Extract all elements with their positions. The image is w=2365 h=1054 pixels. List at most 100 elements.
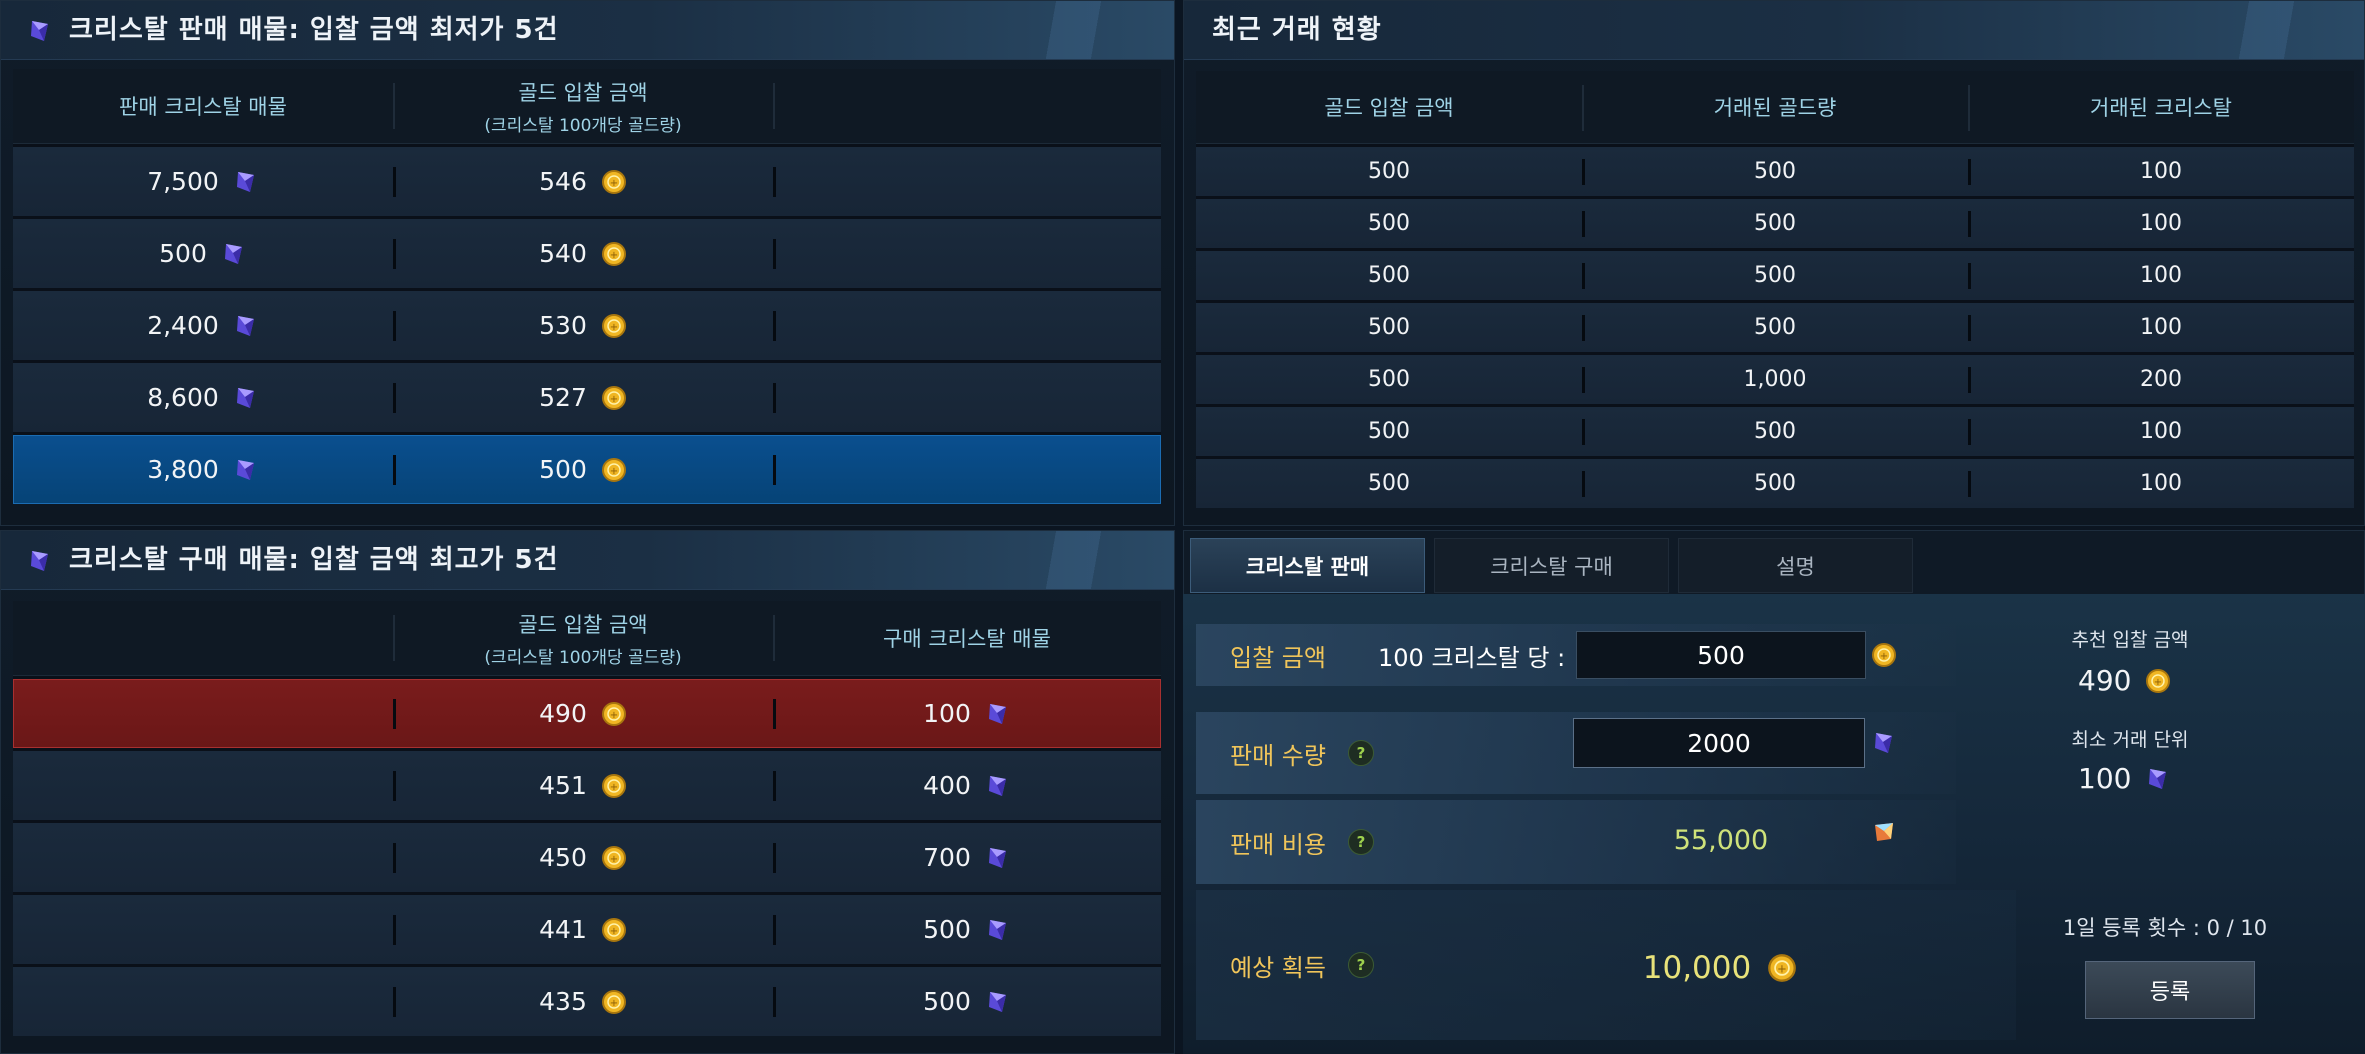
table-row[interactable]: 451 +400: [13, 751, 1161, 820]
header-label: 구매 크리스탈 매물: [883, 627, 1051, 651]
traded-crystal-cell: 100: [2140, 419, 2182, 444]
table-row[interactable]: 441 + 500: [13, 895, 1161, 964]
fee-label: 판매 비용: [1230, 830, 1326, 859]
table-row: 500 500 100: [1196, 251, 2354, 300]
recommended-bid-label: 추천 입찰 금액: [2071, 629, 2189, 651]
fee-help-icon[interactable]: ?: [1347, 829, 1374, 855]
crystal-icon: [236, 315, 254, 336]
crystal-amount: 700: [923, 843, 971, 872]
gold-amount: 450: [539, 843, 587, 872]
traded-gold-cell: 500: [1754, 419, 1796, 444]
table-row[interactable]: 450 +700: [13, 823, 1161, 892]
traded-gold-cell: 500: [1754, 211, 1796, 236]
col-gold-bid: 골드 입찰 금액 (크리스탈 100개당 골드량): [393, 601, 773, 675]
bid-cell: 500: [1368, 315, 1410, 340]
crystal-icon: [31, 551, 48, 571]
col-gold-bid: 골드 입찰 금액 (크리스탈 100개당 골드량): [393, 69, 773, 143]
svg-text:+: +: [1777, 962, 1787, 976]
table-row: 500 500 100: [1196, 407, 2354, 456]
gold-coin-icon: +: [601, 917, 626, 942]
panel-header: 크리스탈 구매 매물: 입찰 금액 최고가 5건: [1, 531, 1174, 590]
tab-crystal-buy[interactable]: 크리스탈 구매: [1434, 538, 1669, 593]
qty-input[interactable]: 2000: [1573, 718, 1865, 768]
crystal-icon: [236, 387, 254, 408]
bid-label: 입찰 금액: [1230, 643, 1326, 672]
tab-label: 크리스탈 판매: [1245, 554, 1370, 579]
svg-text:+: +: [610, 926, 618, 937]
svg-text:+: +: [610, 250, 618, 261]
table-row: 500 500 100: [1196, 147, 2354, 196]
svg-text:+: +: [1880, 651, 1888, 662]
per-100-label: 100 크리스탈 당 :: [1378, 643, 1566, 672]
crystal-icon: [2149, 768, 2167, 789]
gold-coin-icon: +: [1768, 954, 1797, 982]
gold-amount: 546: [539, 167, 587, 196]
traded-gold-cell: 500: [1754, 159, 1796, 184]
bid-input[interactable]: 500: [1576, 631, 1866, 679]
gold-coin-icon: +: [601, 701, 626, 726]
table-row: 500 500 100: [1196, 303, 2354, 352]
recent-trades-table: 골드 입찰 금액 거래된 골드량 거래된 크리스탈 500 500 100 500 50…: [1196, 71, 2354, 508]
svg-text:+: +: [610, 178, 618, 189]
gold-coin-icon: +: [601, 313, 626, 338]
qty-help-icon[interactable]: ?: [1347, 740, 1374, 766]
panel-header: 크리스탈 판매 매물: 입찰 금액 최저가 5건: [1, 1, 1174, 60]
expected-help-icon[interactable]: ?: [1347, 952, 1374, 978]
table-row[interactable]: 490 +100: [13, 679, 1161, 748]
table-row[interactable]: 8,600 527 +: [13, 363, 1161, 432]
traded-crystal-cell: 100: [2140, 159, 2182, 184]
table-header: 골드 입찰 금액 거래된 골드량 거래된 크리스탈: [1196, 71, 2354, 144]
gold-coin-icon: +: [1872, 643, 1896, 667]
svg-text:+: +: [610, 394, 618, 405]
recommended-bid-number: 490: [2078, 664, 2132, 697]
buy-table: 골드 입찰 금액 (크리스탈 100개당 골드량) 구매 크리스탈 매물 490…: [13, 601, 1161, 1036]
tab-description[interactable]: 설명: [1678, 538, 1913, 593]
table-row[interactable]: 7,500 546 +: [13, 147, 1161, 216]
expected-label: 예상 획득: [1230, 953, 1326, 982]
gold-bid-cell: 441 +: [393, 895, 773, 964]
col-traded-gold: 거래된 골드량: [1582, 71, 1968, 143]
svg-text:+: +: [610, 322, 618, 333]
tab-crystal-sell[interactable]: 크리스탈 판매: [1190, 538, 1425, 593]
sell-panel-title: 크리스탈 판매 매물: 입찰 금액 최저가 5건: [69, 15, 559, 45]
table-row[interactable]: 3,800 500 +: [13, 435, 1161, 504]
table-row[interactable]: 435 +500: [13, 967, 1161, 1036]
gold-amount: 527: [539, 383, 587, 412]
table-row: 500 500 100: [1196, 459, 2354, 508]
bid-cell: 500: [1368, 159, 1410, 184]
gold-bid-cell: 540 +: [393, 219, 773, 288]
panel-header: 최근 거래 현황: [1184, 1, 2364, 60]
header-sublabel: (크리스탈 100개당 골드량): [484, 115, 682, 136]
crystal-icon: [988, 991, 1006, 1012]
traded-crystal-cell: 100: [2140, 471, 2182, 496]
tab-label: 설명: [1776, 554, 1815, 579]
recent-trades-panel: 최근 거래 현황 골드 입찰 금액 거래된 골드량 거래된 크리스탈 500 50…: [1183, 0, 2365, 526]
crystal-icon: [224, 243, 242, 264]
buy-crystal-cell: 500: [773, 967, 1161, 1036]
recommended-bid-value: 490 +: [2078, 664, 2171, 697]
traded-crystal-cell: 100: [2140, 211, 2182, 236]
col-buy-crystal: 구매 크리스탈 매물: [773, 601, 1161, 675]
gold-coin-icon: +: [601, 457, 626, 482]
crystal-icon: [236, 459, 254, 480]
gold-amount: 530: [539, 311, 587, 340]
crystal-amount: 500: [159, 239, 207, 268]
svg-text:+: +: [610, 854, 618, 865]
crystal-amount: 500: [923, 915, 971, 944]
header-sublabel: (크리스탈 100개당 골드량): [484, 647, 682, 668]
gold-bid-cell: 527 +: [393, 363, 773, 432]
svg-text:+: +: [2154, 677, 2162, 688]
register-button[interactable]: 등록: [2085, 961, 2255, 1019]
crystal-amount: 400: [923, 771, 971, 800]
gold-amount: 500: [539, 455, 587, 484]
gold-bid-cell: 530 +: [393, 291, 773, 360]
traded-gold-cell: 1,000: [1743, 367, 1807, 392]
gold-coin-icon: +: [601, 385, 626, 410]
table-row[interactable]: 500 540 +: [13, 219, 1161, 288]
table-header: 골드 입찰 금액 (크리스탈 100개당 골드량) 구매 크리스탈 매물: [13, 601, 1161, 676]
table-row[interactable]: 2,400 530 +: [13, 291, 1161, 360]
gold-amount: 435: [539, 987, 587, 1016]
header-label: 거래된 크리스탈: [2090, 96, 2232, 120]
bid-cell: 500: [1368, 419, 1410, 444]
crystal-icon: [31, 21, 48, 41]
